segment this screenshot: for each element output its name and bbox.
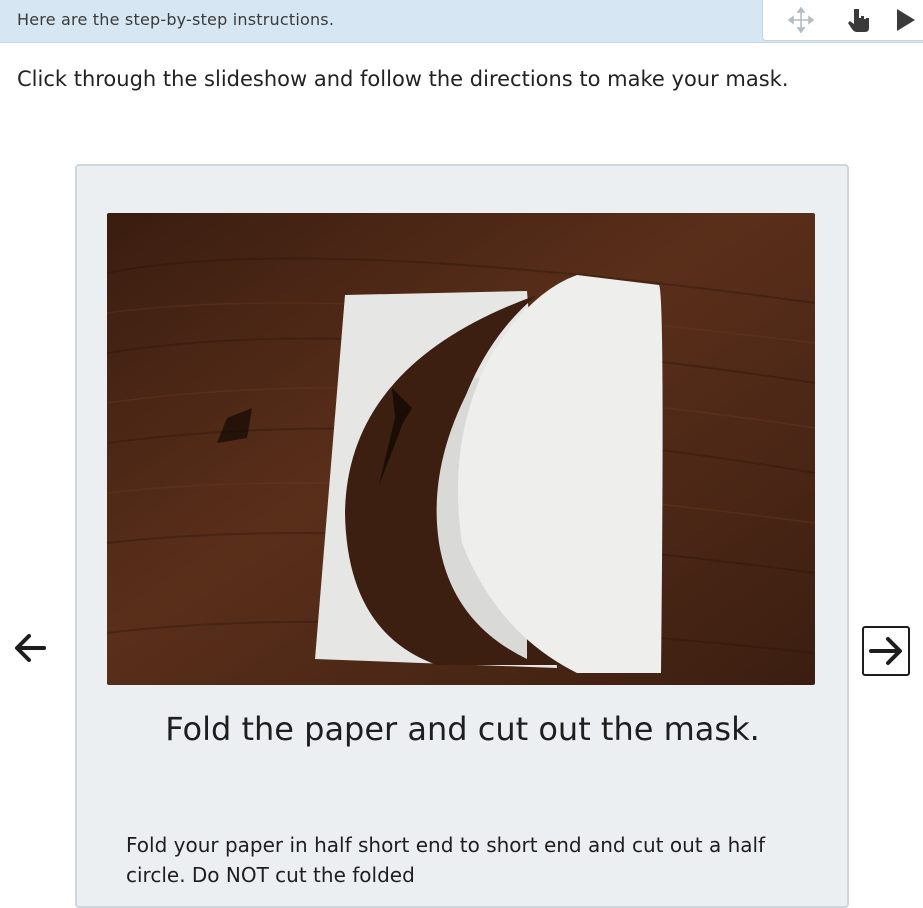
intro-text: Click through the slideshow and follow t…	[17, 67, 789, 91]
arrow-right-icon	[869, 637, 902, 665]
slide-title: Fold the paper and cut out the mask.	[165, 710, 760, 748]
slide-image	[107, 213, 815, 685]
previous-slide-button[interactable]	[12, 630, 48, 666]
next-slide-button[interactable]	[862, 626, 910, 676]
play-icon[interactable]	[891, 6, 919, 34]
top-bar: Here are the step-by-step instructions.	[0, 0, 923, 43]
tool-palette	[762, 0, 923, 41]
arrow-left-icon	[15, 634, 46, 662]
header-title: Here are the step-by-step instructions.	[17, 10, 335, 29]
move-icon[interactable]	[787, 6, 815, 34]
slide-body-text: Fold your paper in half short end to sho…	[126, 833, 766, 887]
hand-pointer-icon[interactable]	[845, 6, 873, 34]
